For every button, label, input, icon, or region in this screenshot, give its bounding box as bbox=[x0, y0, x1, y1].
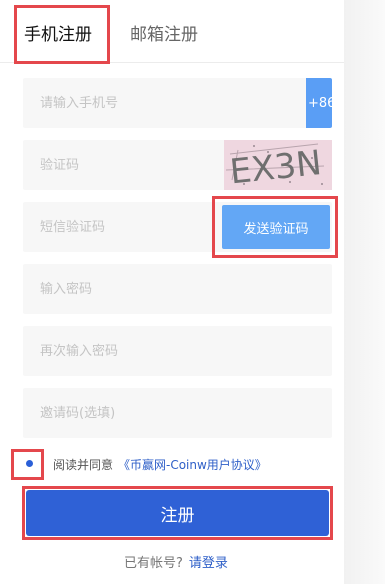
phone-input[interactable] bbox=[23, 78, 332, 128]
invite-code-input[interactable] bbox=[23, 388, 332, 438]
password-confirm-field bbox=[23, 326, 332, 376]
register-card: 手机注册 邮箱注册 +86 EX3N 发送验证码 bbox=[0, 0, 344, 584]
agreement-row: 阅读并同意 《币赢网-Coinw用户协议》 bbox=[0, 446, 344, 482]
captcha-text: EX3N bbox=[228, 143, 324, 190]
captcha-image[interactable]: EX3N bbox=[224, 140, 332, 192]
password-input[interactable] bbox=[23, 264, 332, 314]
sms-code-field: 发送验证码 bbox=[23, 202, 332, 252]
captcha-field: EX3N bbox=[23, 140, 332, 192]
password-field bbox=[23, 264, 332, 314]
captcha-input[interactable] bbox=[23, 140, 218, 190]
login-question: 已有帐号? bbox=[124, 556, 183, 571]
agreement-radio[interactable] bbox=[26, 460, 33, 467]
sms-code-input[interactable] bbox=[23, 202, 218, 252]
tab-email-register[interactable]: 邮箱注册 bbox=[130, 20, 198, 45]
register-button[interactable]: 注册 bbox=[26, 490, 329, 536]
agreement-link[interactable]: 《币赢网-Coinw用户协议》 bbox=[118, 456, 267, 473]
login-prompt: 已有帐号? 请登录 bbox=[124, 552, 228, 571]
register-tabs: 手机注册 邮箱注册 bbox=[0, 0, 344, 63]
country-code-prefix[interactable]: +86 bbox=[306, 78, 335, 128]
password-confirm-input[interactable] bbox=[23, 326, 332, 376]
tab-phone-register[interactable]: 手机注册 bbox=[24, 20, 92, 45]
page-background-edge bbox=[344, 0, 385, 584]
login-link[interactable]: 请登录 bbox=[189, 556, 228, 571]
phone-field: +86 bbox=[23, 78, 335, 128]
agreement-text: 阅读并同意 bbox=[53, 458, 114, 472]
captcha-glyphs: EX3N bbox=[225, 143, 325, 192]
invite-code-field bbox=[23, 388, 332, 438]
send-sms-code-button[interactable]: 发送验证码 bbox=[222, 205, 330, 249]
